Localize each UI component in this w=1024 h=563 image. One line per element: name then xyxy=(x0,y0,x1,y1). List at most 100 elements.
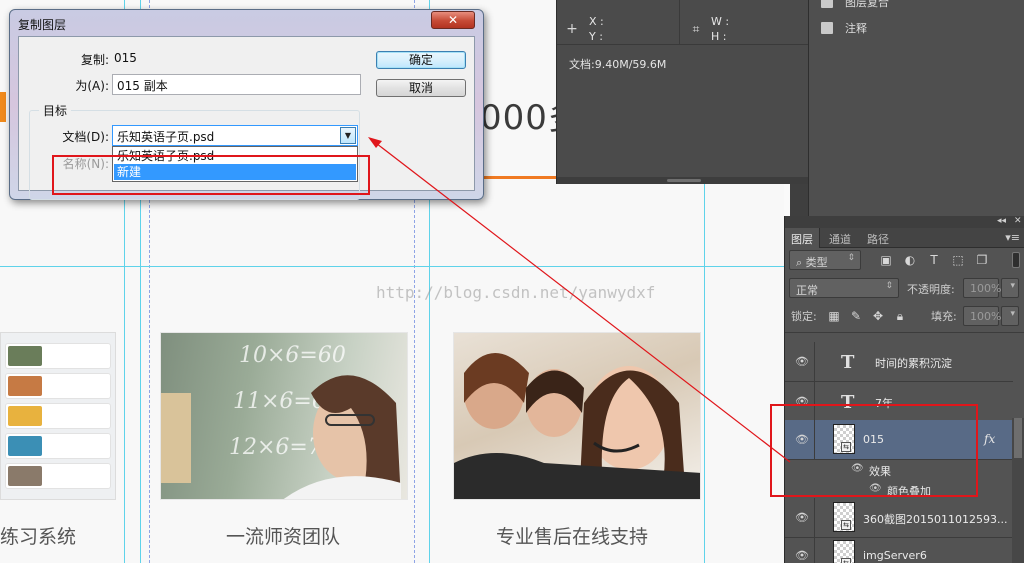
panel-gap xyxy=(790,184,808,216)
thumbnail-image xyxy=(8,436,42,456)
crosshair-icon: + xyxy=(566,21,578,37)
annotation-box-dropdown xyxy=(52,155,370,195)
side-item-label: 注释 xyxy=(845,22,867,35)
layers-tabs: 图层 通道 路径 ▾≡ xyxy=(785,228,1024,248)
smart-object-icon: ⇆ xyxy=(841,558,851,563)
adjustment-filter-icon[interactable]: ◐ xyxy=(903,253,917,267)
chevron-updown-icon: ⇕ xyxy=(847,253,855,263)
blend-mode-select[interactable]: 正常 ⇕ xyxy=(789,278,899,298)
chevron-down-icon: ▾ xyxy=(1010,309,1015,319)
layer-row[interactable]: 👁︎ ⇆ imgServer6 xyxy=(785,536,1013,563)
eye-icon[interactable]: 👁︎ xyxy=(795,355,809,368)
as-label: 为(A): xyxy=(75,79,109,93)
close-icon[interactable]: ✕ xyxy=(1014,216,1022,226)
scrollbar[interactable] xyxy=(557,177,808,184)
h-label: H : xyxy=(711,30,727,43)
thumbnail-image xyxy=(8,346,42,366)
collapse-icon[interactable]: ◂◂ xyxy=(997,216,1006,226)
w-label: W : xyxy=(711,15,730,28)
panel-menu-icon[interactable]: ▾≡ xyxy=(1005,231,1020,244)
divider xyxy=(785,332,1024,333)
annotation-box-layer xyxy=(770,404,978,497)
tab-layers[interactable]: 图层 xyxy=(785,228,820,248)
type-filter-icon[interactable]: T xyxy=(927,253,941,267)
divider xyxy=(814,498,815,537)
support-team-figure xyxy=(454,353,700,499)
layer-comps-icon xyxy=(821,0,833,8)
layer-thumbnail: ⇆ xyxy=(833,502,855,532)
layer-name: imgServer6 xyxy=(863,549,927,562)
dialog-titlebar[interactable]: 复制图层 ✕ xyxy=(10,10,483,36)
fill-input[interactable]: 100% xyxy=(963,306,1001,326)
list-item xyxy=(5,403,111,429)
caption-practice-system: 练习系统 xyxy=(0,526,77,548)
divider xyxy=(679,0,680,44)
lock-all-icon[interactable]: 🔒︎ xyxy=(893,309,907,323)
teacher-photo: 10×6=60 11×6=66 12×6=77 xyxy=(160,332,408,500)
copy-value: 015 xyxy=(114,51,137,65)
blend-mode-value: 正常 xyxy=(796,284,818,297)
scrollbar[interactable] xyxy=(1012,418,1024,563)
document-label: 文档(D): xyxy=(62,130,109,144)
document-select[interactable]: 乐知英语子页.psd ▼ xyxy=(112,125,358,146)
fill-label: 填充: xyxy=(931,310,957,323)
orange-underline xyxy=(480,176,556,179)
copy-label: 复制: xyxy=(80,53,109,67)
chevron-down-icon[interactable]: ▼ xyxy=(340,127,356,144)
divider xyxy=(814,536,815,563)
search-icon: ⌕ xyxy=(796,256,806,269)
caption-teacher-team: 一流师资团队 xyxy=(226,526,341,548)
y-label: Y : xyxy=(589,30,603,43)
opacity-dropdown[interactable]: ▾ xyxy=(1001,278,1019,298)
cancel-button[interactable]: 取消 xyxy=(376,79,466,97)
filter-kind-select[interactable]: ⌕ 类型 ⇕ xyxy=(789,250,861,270)
side-item-label: 图层复合 xyxy=(845,0,889,9)
filter-toggle[interactable] xyxy=(1012,252,1020,268)
x-label: X : xyxy=(589,15,604,28)
dialog-title: 复制图层 xyxy=(18,18,67,32)
thumbnail-image xyxy=(8,466,42,486)
thumbnail-list xyxy=(0,332,116,500)
tab-channels[interactable]: 通道 xyxy=(829,231,851,247)
layer-name: 时间的累积沉淀 xyxy=(875,357,952,370)
list-item xyxy=(5,433,111,459)
tab-paths[interactable]: 路径 xyxy=(867,231,889,247)
shape-filter-icon[interactable]: ⬚ xyxy=(951,253,965,267)
list-item xyxy=(5,373,111,399)
divider xyxy=(557,44,808,45)
support-team-photo xyxy=(453,332,701,500)
eye-icon[interactable]: 👁︎ xyxy=(795,511,809,524)
layer-row[interactable]: 👁︎ T 时间的累积沉淀 xyxy=(785,342,1013,382)
thumbnail-image xyxy=(8,406,42,426)
opacity-input[interactable]: 100% xyxy=(963,278,1001,298)
watermark-text: http://blog.csdn.net/yanwydxf xyxy=(376,283,656,302)
side-item-notes[interactable]: 注释 xyxy=(821,20,867,38)
lock-position-icon[interactable]: ✥ xyxy=(871,309,885,323)
side-item-layer-comps[interactable]: 图层复合 xyxy=(821,0,889,12)
caption-online-support: 专业售后在线支持 xyxy=(496,526,649,548)
lock-transparency-icon[interactable]: ▦ xyxy=(827,309,841,323)
image-filter-icon[interactable]: ▣ xyxy=(879,253,893,267)
side-panel: 图层复合 注释 xyxy=(808,0,1024,216)
notes-icon xyxy=(821,22,833,34)
close-button[interactable]: ✕ xyxy=(431,11,475,29)
lock-label: 锁定: xyxy=(791,310,817,323)
orange-logo-fragment xyxy=(0,92,6,122)
document-size: 文档:9.40M/59.6M xyxy=(569,58,667,71)
thumbnail-image xyxy=(8,376,42,396)
document-select-value: 乐知英语子页.psd xyxy=(117,130,215,144)
scrollbar-grip[interactable] xyxy=(667,179,701,182)
layer-row[interactable]: 👁︎ ⇆ 360截图2015011012593... xyxy=(785,498,1013,538)
smart-object-filter-icon[interactable]: ❐ xyxy=(975,253,989,267)
ok-button[interactable]: 确定 xyxy=(376,51,466,69)
fill-dropdown[interactable]: ▾ xyxy=(1001,306,1019,326)
scrollbar-thumb[interactable] xyxy=(1014,418,1022,458)
fx-icon[interactable]: fx xyxy=(984,432,995,446)
opacity-label: 不透明度: xyxy=(907,283,955,296)
lock-image-icon[interactable]: ✎ xyxy=(849,309,863,323)
eye-icon[interactable]: 👁︎ xyxy=(795,549,809,562)
smart-object-icon: ⇆ xyxy=(841,520,851,530)
divider xyxy=(814,342,815,381)
as-name-input[interactable]: 015 副本 xyxy=(112,74,361,95)
list-item xyxy=(5,463,111,489)
